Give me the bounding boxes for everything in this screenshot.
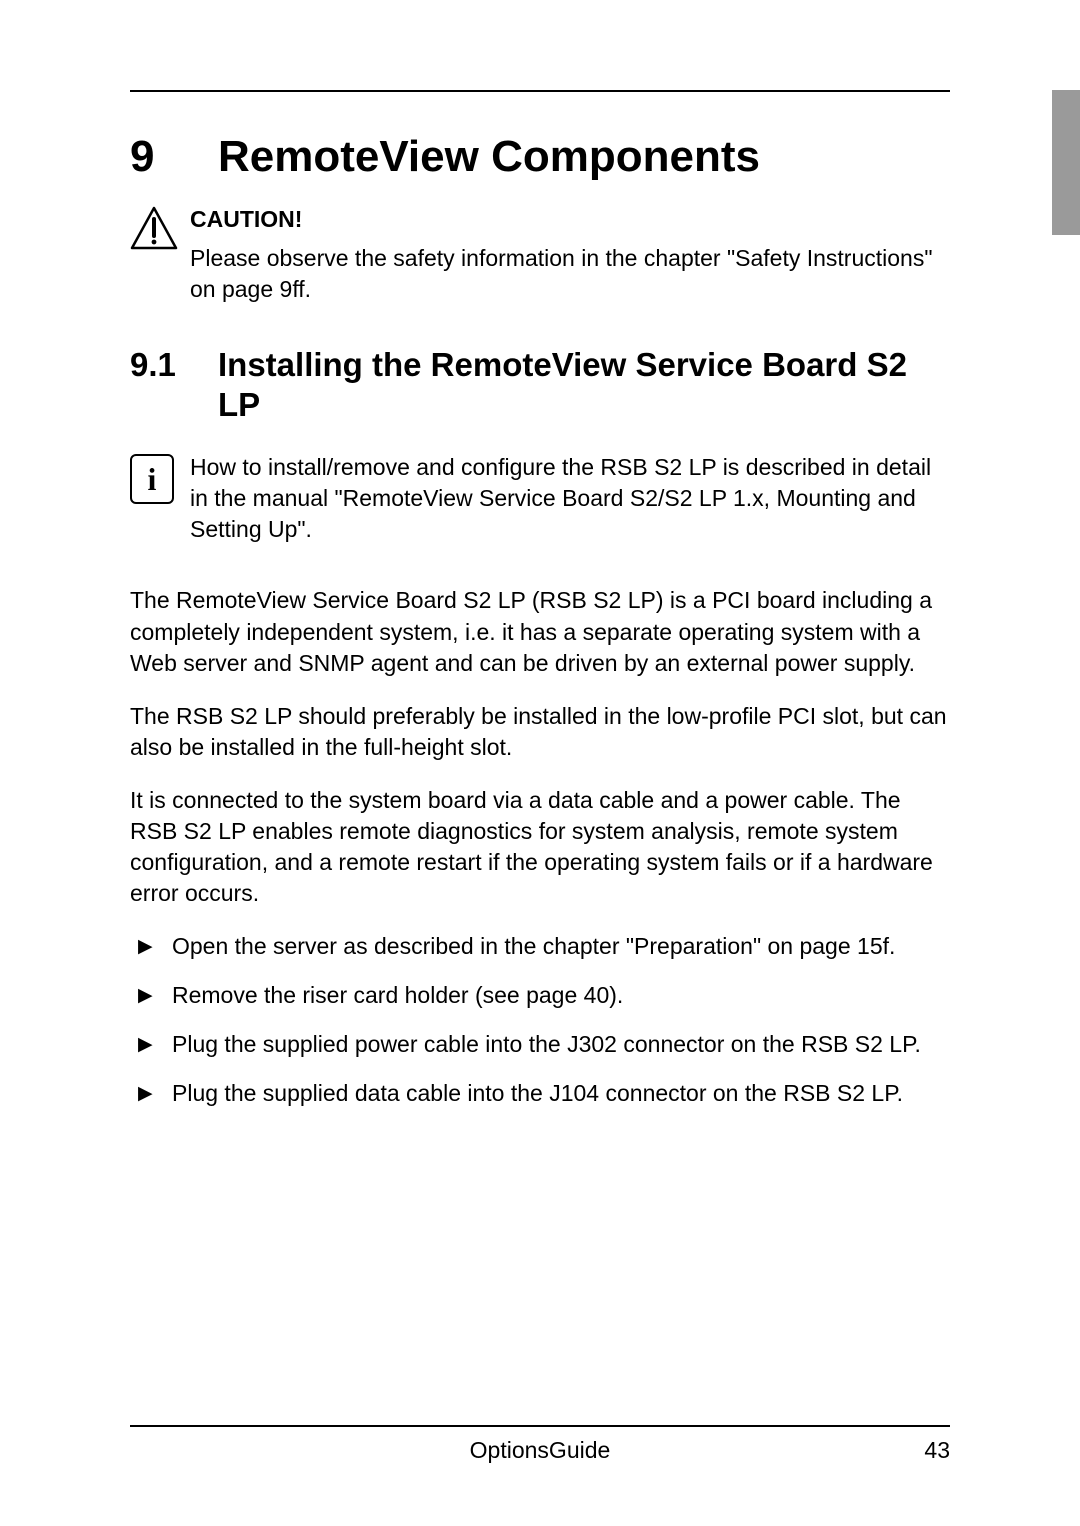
caution-label: CAUTION! — [190, 204, 950, 235]
step-text: Plug the supplied data cable into the J1… — [172, 1078, 950, 1109]
step-text: Open the server as described in the chap… — [172, 931, 950, 962]
paragraph: The RSB S2 LP should preferably be insta… — [130, 701, 950, 763]
chapter-number: 9 — [130, 132, 218, 182]
triangle-bullet-icon: ▶ — [138, 931, 172, 962]
list-item: ▶ Open the server as described in the ch… — [138, 931, 950, 962]
chapter-heading: 9 RemoteView Components — [130, 132, 950, 182]
list-item: ▶ Remove the riser card holder (see page… — [138, 980, 950, 1011]
side-tab — [1052, 90, 1080, 235]
page-content: 9 RemoteView Components CAUTION! Please … — [0, 0, 1080, 1109]
chapter-title: RemoteView Components — [218, 132, 760, 182]
step-text: Remove the riser card holder (see page 4… — [172, 980, 950, 1011]
section-title: Installing the RemoteView Service Board … — [218, 345, 950, 424]
steps-list: ▶ Open the server as described in the ch… — [130, 931, 950, 1109]
paragraph: The RemoteView Service Board S2 LP (RSB … — [130, 585, 950, 678]
info-text: How to install/remove and configure the … — [190, 452, 950, 545]
info-icon: i — [130, 452, 190, 545]
section-heading: 9.1 Installing the RemoteView Service Bo… — [130, 345, 950, 424]
page-footer: OptionsGuide 43 — [130, 1425, 950, 1464]
footer-title: OptionsGuide — [470, 1437, 611, 1464]
footer-rule — [130, 1425, 950, 1427]
triangle-bullet-icon: ▶ — [138, 1029, 172, 1060]
caution-block: CAUTION! Please observe the safety infor… — [130, 204, 950, 305]
triangle-bullet-icon: ▶ — [138, 1078, 172, 1109]
step-text: Plug the supplied power cable into the J… — [172, 1029, 950, 1060]
top-rule — [130, 90, 950, 92]
list-item: ▶ Plug the supplied data cable into the … — [138, 1078, 950, 1109]
list-item: ▶ Plug the supplied power cable into the… — [138, 1029, 950, 1060]
caution-body: CAUTION! Please observe the safety infor… — [190, 204, 950, 305]
page-number: 43 — [924, 1437, 950, 1464]
info-block: i How to install/remove and configure th… — [130, 452, 950, 545]
caution-text: Please observe the safety information in… — [190, 243, 950, 305]
section-number: 9.1 — [130, 346, 218, 384]
triangle-bullet-icon: ▶ — [138, 980, 172, 1011]
paragraph: It is connected to the system board via … — [130, 785, 950, 909]
caution-icon — [130, 204, 190, 305]
